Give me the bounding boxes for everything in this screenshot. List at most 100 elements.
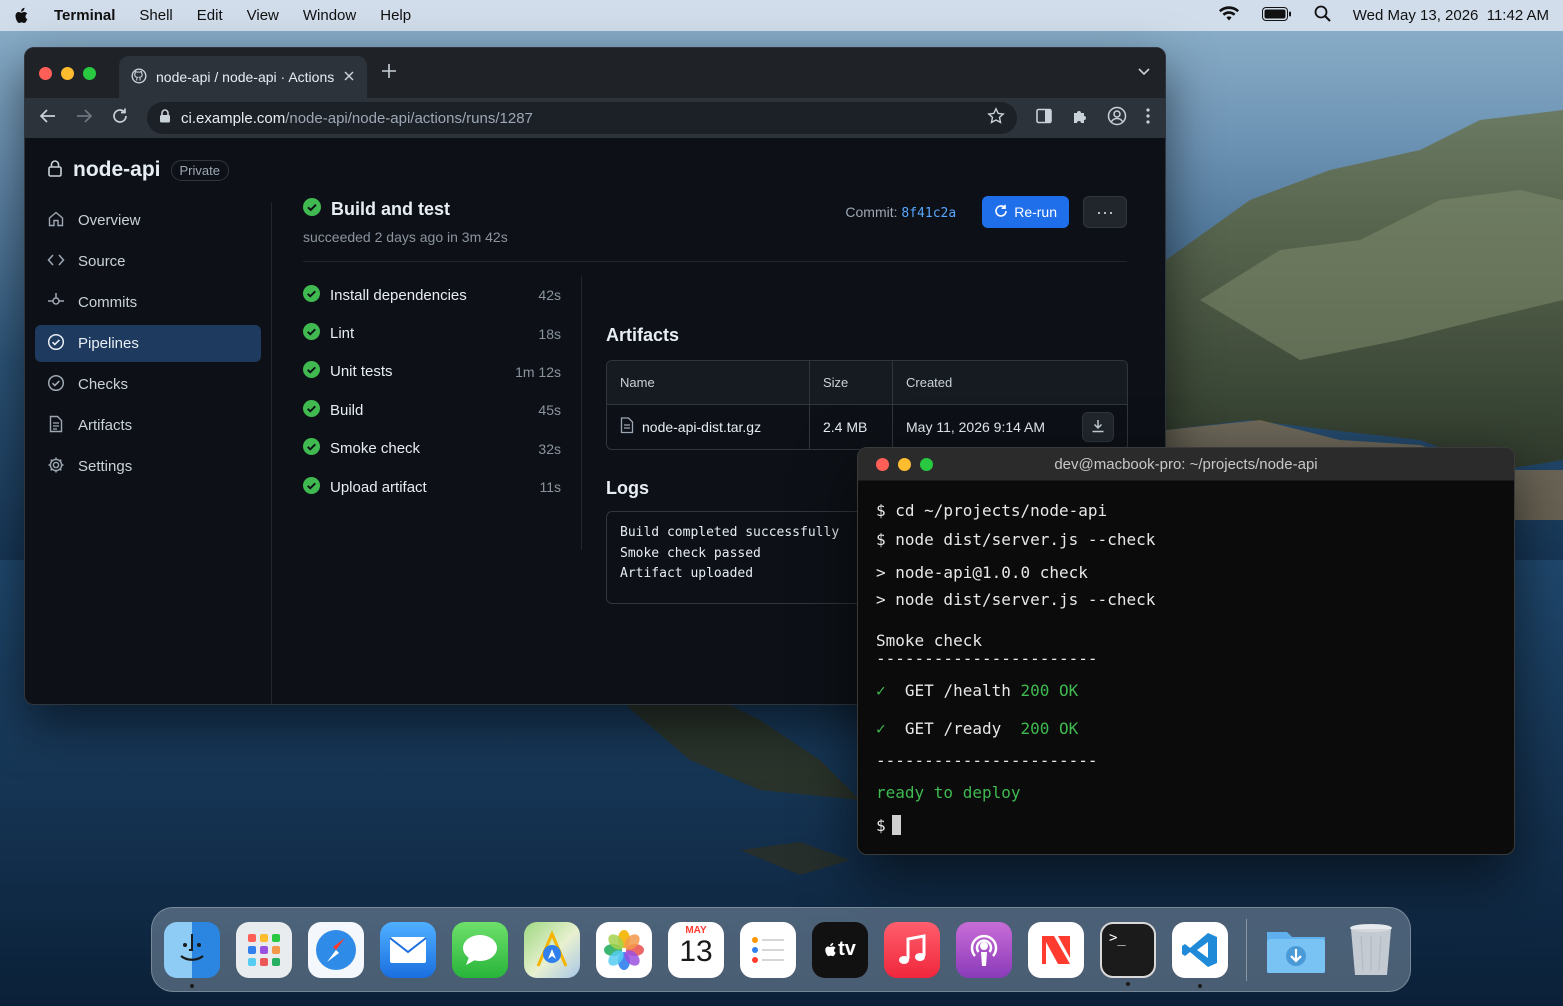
menu-help[interactable]: Help	[380, 7, 411, 24]
rerun-button[interactable]: Re-run	[982, 196, 1069, 228]
sidebar-item-overview[interactable]: Overview	[35, 202, 261, 239]
more-actions-button[interactable]: ···	[1083, 196, 1127, 228]
dock-terminal-icon[interactable]: >_	[1100, 921, 1156, 986]
menu-view[interactable]: View	[247, 7, 279, 24]
pipeline-step[interactable]: Install dependencies 42s	[303, 276, 561, 314]
column-header-name: Name	[607, 361, 810, 404]
browser-close-button[interactable]	[39, 66, 52, 80]
side-panel-icon[interactable]	[1035, 107, 1053, 130]
check-mark: ✓	[876, 681, 886, 700]
step-duration: 32s	[538, 440, 561, 457]
dock-vscode-icon[interactable]	[1172, 921, 1228, 988]
column-header-created: Created	[906, 375, 953, 390]
pipeline-step[interactable]: Lint 18s	[303, 314, 561, 352]
artifact-size: 2.4 MB	[810, 405, 893, 449]
terminal-title: dev@macbook-pro: ~/projects/node-api	[1054, 456, 1318, 473]
browser-tab-bar: node-api / node-api · Actions	[25, 48, 1165, 98]
battery-icon[interactable]	[1261, 6, 1292, 25]
step-duration: 18s	[538, 325, 561, 342]
sidebar-item-artifacts[interactable]: Artifacts	[35, 407, 261, 444]
dock-podcasts-icon[interactable]	[956, 921, 1012, 978]
success-check-icon	[303, 399, 320, 421]
pipeline-step[interactable]: Unit tests 1m 12s	[303, 353, 561, 391]
menu-shell[interactable]: Shell	[139, 7, 172, 24]
terminal-line: ready to deploy	[876, 783, 1021, 802]
pipeline-step[interactable]: Smoke check 32s	[303, 430, 561, 468]
table-row: node-api-dist.tar.gz 2.4 MB May 11, 2026…	[607, 405, 1127, 449]
extensions-puzzle-icon[interactable]	[1071, 107, 1089, 130]
wifi-icon[interactable]	[1218, 5, 1240, 26]
dock-calendar-icon[interactable]: MAY 13	[668, 921, 724, 978]
bookmark-star-icon[interactable]	[987, 107, 1005, 129]
pipeline-step[interactable]: Build 45s	[303, 391, 561, 429]
rerun-button-label: Re-run	[1014, 204, 1057, 220]
browser-tab-active[interactable]: node-api / node-api · Actions	[119, 56, 367, 98]
menu-bar: Terminal Shell Edit View Window Help Wed…	[0, 0, 1563, 31]
reload-icon[interactable]	[111, 107, 129, 130]
logs-heading: Logs	[606, 478, 649, 498]
dock-photos-icon[interactable]	[596, 921, 652, 978]
menubar-clock[interactable]: Wed May 13, 2026 11:42 AM	[1353, 7, 1549, 24]
terminal-line: $ node dist/server.js --check	[876, 530, 1156, 549]
dock-mail-icon[interactable]	[380, 921, 436, 978]
sidebar-item-checks[interactable]: Checks	[35, 366, 261, 403]
sidebar-item-pipelines[interactable]: Pipelines	[35, 325, 261, 362]
terminal-output[interactable]: $ cd ~/projects/node-api $ node dist/ser…	[876, 481, 1496, 854]
dock-reminders-icon[interactable]	[740, 921, 796, 978]
lock-icon	[159, 109, 171, 127]
menu-window[interactable]: Window	[303, 7, 356, 24]
steps-divider	[581, 276, 582, 550]
success-check-icon	[303, 476, 320, 498]
commit-sha-link[interactable]: 8f41c2a	[901, 206, 956, 221]
browser-zoom-button[interactable]	[83, 66, 96, 80]
github-icon	[131, 67, 147, 87]
artifact-name-cell[interactable]: node-api-dist.tar.gz	[607, 405, 810, 449]
tab-list-chevron-down-icon[interactable]	[1137, 64, 1151, 82]
browser-minimize-button[interactable]	[61, 66, 74, 80]
dock-finder-icon[interactable]	[164, 921, 220, 988]
terminal-line: $ cd ~/projects/node-api	[876, 501, 1108, 520]
dock-news-icon[interactable]	[1028, 921, 1084, 978]
download-artifact-button[interactable]	[1082, 412, 1114, 442]
dock-messages-icon[interactable]	[452, 921, 508, 978]
dock-launchpad-icon[interactable]	[236, 921, 292, 978]
browser-window-controls	[39, 66, 96, 80]
browser-tab-title: node-api / node-api · Actions	[156, 69, 334, 85]
sidebar-item-commits[interactable]: Commits	[35, 284, 261, 321]
artifacts-heading: Artifacts	[606, 325, 680, 345]
apple-menu-icon[interactable]	[14, 7, 42, 25]
new-tab-icon[interactable]	[381, 62, 397, 85]
close-tab-icon[interactable]	[343, 69, 355, 85]
address-bar[interactable]: ci.example.com/node-api/node-api/actions…	[147, 102, 1017, 134]
dock-maps-icon[interactable]	[524, 921, 580, 978]
menu-edit[interactable]: Edit	[197, 7, 223, 24]
step-duration: 42s	[538, 287, 561, 304]
profile-avatar-icon[interactable]	[1107, 106, 1127, 131]
code-icon	[47, 251, 65, 273]
dock-trash-icon[interactable]	[1343, 922, 1399, 978]
tv-label: tv	[838, 938, 856, 960]
browser-menu-kebab-icon[interactable]	[1145, 107, 1151, 130]
forward-arrow-icon[interactable]	[75, 108, 93, 129]
check-circle-icon	[47, 333, 65, 355]
sidebar-item-settings[interactable]: Settings	[35, 448, 261, 485]
run-title-text: Build and test	[331, 199, 451, 219]
terminal-prompt-line: $	[876, 815, 901, 835]
dock-safari-icon[interactable]	[308, 921, 364, 978]
repo-name[interactable]: node-api	[73, 158, 161, 182]
check-mark: ✓	[876, 719, 886, 738]
back-arrow-icon[interactable]	[39, 108, 57, 129]
step-duration: 11s	[539, 479, 561, 496]
table-header-row: Name Size Created	[607, 361, 1127, 405]
spotlight-search-icon[interactable]	[1314, 5, 1331, 26]
column-header-size: Size	[810, 361, 893, 404]
terminal-check-line: ✓ GET /health 200 OK	[876, 681, 1079, 700]
pipeline-step[interactable]: Upload artifact 11s	[303, 468, 561, 506]
dock-apple-tv-icon[interactable]: tv	[812, 921, 868, 978]
running-indicator	[190, 983, 194, 988]
dock-music-icon[interactable]	[884, 921, 940, 978]
sidebar-item-source[interactable]: Source	[35, 243, 261, 280]
sidebar-item-label: Pipelines	[78, 335, 139, 352]
dock-downloads-folder-icon[interactable]	[1265, 922, 1327, 978]
menu-app-name[interactable]: Terminal	[54, 7, 115, 24]
